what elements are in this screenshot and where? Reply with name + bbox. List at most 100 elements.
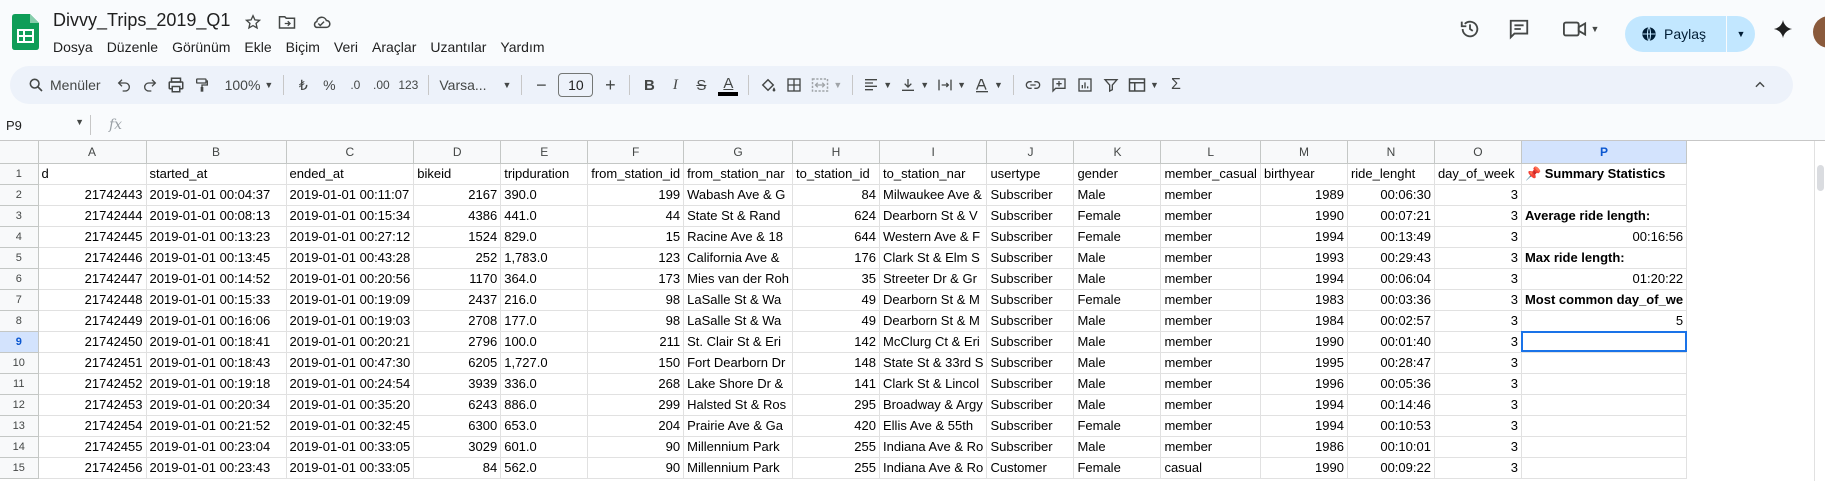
column-header-l[interactable]: L	[1160, 141, 1261, 164]
cell[interactable]: 21742451	[38, 352, 147, 374]
header-cell[interactable]: birthyear	[1260, 163, 1348, 185]
star-icon[interactable]	[241, 12, 265, 32]
cell[interactable]: Clark St & Elm S	[879, 247, 988, 269]
cell[interactable]: 2437	[413, 289, 502, 311]
cell[interactable]: 644	[792, 226, 880, 248]
cell[interactable]: 1990	[1260, 457, 1348, 479]
cell[interactable]: 2019-01-01 00:23:43	[146, 457, 287, 479]
row-header[interactable]: 12	[0, 394, 39, 416]
cell[interactable]: 3	[1434, 184, 1522, 206]
cell[interactable]: member	[1160, 394, 1261, 416]
bold-button[interactable]: B	[636, 71, 662, 99]
cell[interactable]: 2019-01-01 00:04:37	[146, 184, 287, 206]
zoom-select[interactable]: 100% ▼	[221, 71, 278, 99]
cell[interactable]: 2019-01-01 00:47:30	[286, 352, 415, 374]
font-family-select[interactable]: Varsa... ▼	[435, 71, 515, 99]
cell[interactable]: 1994	[1260, 226, 1348, 248]
fill-color-icon[interactable]	[755, 71, 781, 99]
column-header-k[interactable]: K	[1073, 141, 1162, 164]
cell[interactable]: 255	[792, 436, 880, 458]
cell[interactable]: 177.0	[500, 310, 589, 332]
cell[interactable]: Streeter Dr & Gr	[879, 268, 988, 290]
cell[interactable]: 2708	[413, 310, 502, 332]
row-header[interactable]: 1	[0, 163, 39, 185]
cell[interactable]: Fort Dearborn Dr	[683, 352, 793, 374]
cell[interactable]: 142	[792, 331, 880, 353]
header-cell[interactable]: ride_lenght	[1347, 163, 1435, 185]
cell[interactable]: Max ride length:	[1521, 247, 1688, 269]
currency-format-button[interactable]: ₺	[290, 71, 316, 99]
cell[interactable]: 829.0	[500, 226, 589, 248]
header-cell[interactable]: day_of_week	[1434, 163, 1522, 185]
column-header-m[interactable]: M	[1260, 141, 1348, 164]
cell[interactable]: 2019-01-01 00:18:41	[146, 331, 287, 353]
cell[interactable]	[1521, 331, 1688, 353]
cell[interactable]: 21742445	[38, 226, 147, 248]
cell[interactable]: 2019-01-01 00:24:54	[286, 373, 415, 395]
cell[interactable]: 3	[1434, 373, 1522, 395]
cell[interactable]: Subscriber	[986, 394, 1075, 416]
cell[interactable]: member	[1160, 247, 1261, 269]
cell[interactable]: 141	[792, 373, 880, 395]
cell[interactable]: 21742455	[38, 436, 147, 458]
cell[interactable]: Millennium Park	[683, 436, 793, 458]
cell[interactable]: 98	[587, 310, 685, 332]
vertical-align-icon[interactable]: ▼	[896, 71, 933, 99]
cell[interactable]: 84	[413, 457, 502, 479]
row-header[interactable]: 11	[0, 373, 39, 395]
cell[interactable]: 00:10:01	[1347, 436, 1435, 458]
cell[interactable]: Male	[1073, 436, 1162, 458]
version-history-icon[interactable]	[1452, 11, 1488, 47]
cell[interactable]: 624	[792, 205, 880, 227]
cell[interactable]: Subscriber	[986, 226, 1075, 248]
cell[interactable]: 2019-01-01 00:27:12	[286, 226, 415, 248]
cell[interactable]: 1990	[1260, 331, 1348, 353]
cell[interactable]: 21742456	[38, 457, 147, 479]
text-rotation-icon[interactable]: ▼	[970, 71, 1007, 99]
cell[interactable]: 21742447	[38, 268, 147, 290]
cell[interactable]: 2796	[413, 331, 502, 353]
cell[interactable]: 01:20:22	[1521, 268, 1688, 290]
cell[interactable]: Male	[1073, 331, 1162, 353]
cell[interactable]: 1170	[413, 268, 502, 290]
row-header[interactable]: 14	[0, 436, 39, 458]
cell[interactable]: 653.0	[500, 415, 589, 437]
cell[interactable]: 6205	[413, 352, 502, 374]
cell[interactable]: 204	[587, 415, 685, 437]
cell[interactable]: 21742448	[38, 289, 147, 311]
column-header-c[interactable]: C	[286, 141, 415, 164]
cell[interactable]: 3	[1434, 268, 1522, 290]
cell[interactable]: Male	[1073, 373, 1162, 395]
cell[interactable]	[1521, 373, 1688, 395]
strikethrough-button[interactable]: S	[688, 71, 714, 99]
header-cell[interactable]: to_station_id	[792, 163, 880, 185]
cell[interactable]: Subscriber	[986, 436, 1075, 458]
cell[interactable]: Female	[1073, 457, 1162, 479]
cell[interactable]: 00:01:40	[1347, 331, 1435, 353]
cell[interactable]: 1524	[413, 226, 502, 248]
cell[interactable]: 3	[1434, 436, 1522, 458]
cell[interactable]: Prairie Ave & Ga	[683, 415, 793, 437]
document-title[interactable]: Divvy_Trips_2019_Q1	[53, 10, 230, 31]
header-cell[interactable]: usertype	[986, 163, 1075, 185]
cell[interactable]: 21742452	[38, 373, 147, 395]
cell[interactable]: 2019-01-01 00:13:45	[146, 247, 287, 269]
menu-format[interactable]: Biçim	[279, 37, 327, 57]
functions-button[interactable]: Σ	[1163, 71, 1189, 99]
cell[interactable]: 1,783.0	[500, 247, 589, 269]
cell[interactable]: 98	[587, 289, 685, 311]
cell[interactable]: 148	[792, 352, 880, 374]
column-header-e[interactable]: E	[500, 141, 589, 164]
row-header[interactable]: 7	[0, 289, 39, 311]
insert-link-icon[interactable]	[1020, 71, 1046, 99]
menu-view[interactable]: Görünüm	[165, 37, 237, 57]
cell[interactable]: 2019-01-01 00:15:34	[286, 205, 415, 227]
cell[interactable]: member	[1160, 352, 1261, 374]
cell[interactable]: Male	[1073, 268, 1162, 290]
cell[interactable]: 123	[587, 247, 685, 269]
meet-video-icon[interactable]: ▼	[1555, 11, 1607, 47]
menu-tools[interactable]: Araçlar	[365, 37, 423, 57]
column-header-h[interactable]: H	[792, 141, 880, 164]
cell[interactable]: member	[1160, 268, 1261, 290]
cell[interactable]: 00:28:47	[1347, 352, 1435, 374]
